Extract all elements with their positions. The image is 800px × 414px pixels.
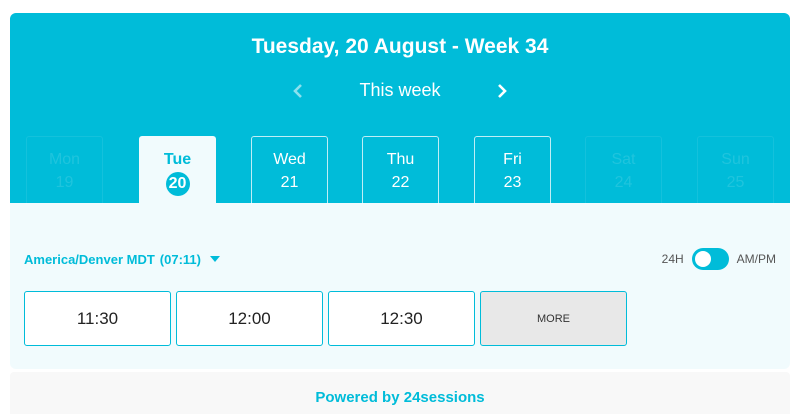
time-slot-button[interactable]: 12:30 xyxy=(328,291,475,346)
booking-widget: Tuesday, 20 August - Week 34 This week M… xyxy=(10,13,790,369)
timezone-selector[interactable]: America/Denver MDT (07:11) xyxy=(24,251,220,267)
timezone-label: America/Denver MDT xyxy=(24,251,155,267)
day-tab-tue[interactable]: Tue 20 xyxy=(139,136,216,204)
timezone-current-time: (07:11) xyxy=(159,251,201,267)
toggle-knob xyxy=(694,251,711,267)
calendar-header: Tuesday, 20 August - Week 34 This week M… xyxy=(10,13,790,204)
day-tab-wed[interactable]: Wed 21 xyxy=(251,136,328,204)
time-slots: 11:30 12:00 12:30 MORE xyxy=(24,291,627,346)
day-tab-mon: Mon 19 xyxy=(26,136,103,204)
day-tab-thu[interactable]: Thu 22 xyxy=(362,136,439,204)
time-format-switch: 24H AM/PM xyxy=(662,248,776,270)
time-format-toggle[interactable] xyxy=(691,248,729,270)
format-ampm-label: AM/PM xyxy=(736,252,776,266)
caret-down-icon xyxy=(209,256,220,262)
week-navigation: This week xyxy=(10,79,790,103)
day-tab-sun: Sun 25 xyxy=(697,136,774,204)
powered-by-link[interactable]: Powered by 24sessions xyxy=(0,389,800,406)
next-week-button[interactable] xyxy=(490,79,514,103)
previous-week-button[interactable] xyxy=(286,79,310,103)
selected-day-badge: 20 xyxy=(165,172,190,196)
day-tab-fri[interactable]: Fri 23 xyxy=(474,136,551,204)
day-tab-sat: Sat 24 xyxy=(585,136,662,204)
more-slots-button[interactable]: MORE xyxy=(480,291,627,346)
time-slot-button[interactable]: 12:00 xyxy=(176,291,323,346)
chevron-right-icon xyxy=(498,84,507,98)
chevron-left-icon xyxy=(293,84,302,98)
date-title: Tuesday, 20 August - Week 34 xyxy=(251,35,549,58)
time-slot-button[interactable]: 11:30 xyxy=(24,291,171,346)
week-label: This week xyxy=(359,80,441,100)
format-24h-label: 24H xyxy=(661,252,684,266)
